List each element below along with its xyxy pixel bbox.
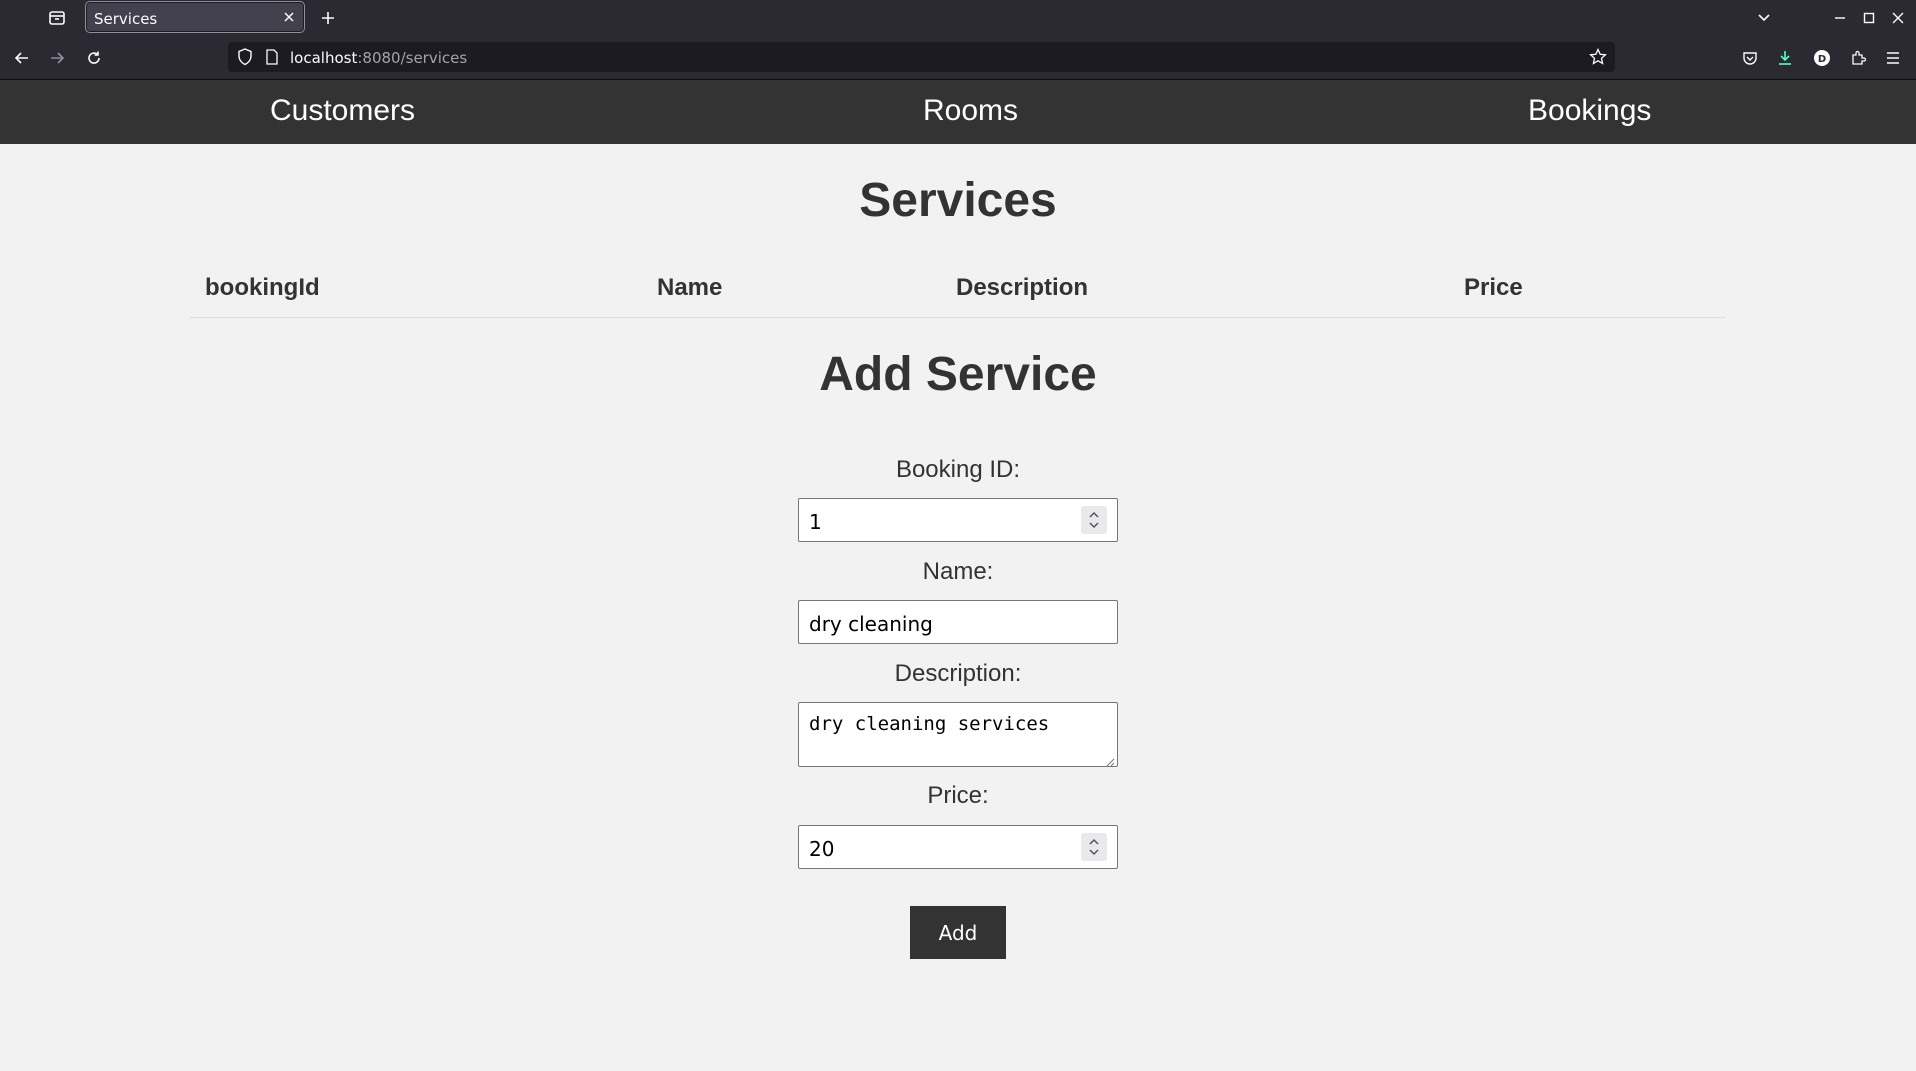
booking-id-input[interactable]: 1: [798, 498, 1118, 542]
list-all-tabs-icon[interactable]: [1752, 7, 1776, 29]
price-input[interactable]: 20: [798, 825, 1118, 869]
name-input[interactable]: dry cleaning: [798, 600, 1118, 644]
add-service-button[interactable]: Add: [910, 906, 1006, 959]
minimize-icon[interactable]: [1828, 7, 1852, 29]
stepper-arrows-icon: [1089, 511, 1099, 529]
add-service-title: Add Service: [819, 348, 1097, 401]
booking-id-stepper[interactable]: [1081, 506, 1107, 534]
pocket-icon[interactable]: [1738, 46, 1762, 70]
downloads-icon[interactable]: [1773, 46, 1797, 70]
new-tab-icon[interactable]: [316, 6, 340, 30]
tab-overview-icon[interactable]: [44, 7, 70, 29]
url-host: localhost: [290, 49, 358, 67]
price-value: 20: [809, 837, 835, 861]
price-label: Price:: [927, 782, 989, 809]
browser-tab[interactable]: Services: [85, 1, 305, 33]
back-icon[interactable]: [10, 46, 34, 70]
url-text[interactable]: localhost:8080/services: [290, 49, 467, 67]
resize-grip-icon[interactable]: [1105, 754, 1115, 767]
column-header-description: Description: [956, 274, 1089, 301]
price-stepper[interactable]: [1081, 833, 1107, 861]
nav-link-customers[interactable]: Customers: [270, 94, 415, 128]
booking-id-label: Booking ID:: [895, 456, 1021, 483]
url-path: :8080/services: [357, 49, 468, 67]
page-info-icon[interactable]: [265, 49, 279, 70]
shield-icon[interactable]: [237, 48, 253, 71]
maximize-icon[interactable]: [1857, 7, 1881, 29]
nav-link-rooms[interactable]: Rooms: [923, 94, 1018, 128]
account-avatar-icon[interactable]: D: [1810, 46, 1834, 70]
description-textarea[interactable]: dry cleaning services: [798, 702, 1118, 767]
services-table-header: bookingId Name Description Price: [190, 270, 1726, 318]
column-header-name: Name: [657, 274, 723, 301]
reload-icon[interactable]: [82, 46, 106, 70]
name-value: dry cleaning: [809, 612, 933, 636]
close-window-icon[interactable]: [1886, 7, 1910, 29]
nav-link-bookings[interactable]: Bookings: [1528, 94, 1651, 128]
column-header-price: Price: [1464, 274, 1523, 301]
description-label: Description:: [894, 660, 1022, 687]
close-tab-icon[interactable]: [280, 8, 298, 26]
main-navigation: Customers Rooms Bookings: [0, 80, 1916, 144]
url-bar[interactable]: localhost:8080/services: [228, 42, 1615, 72]
tab-title: Services: [94, 10, 158, 28]
hamburger-menu-icon[interactable]: [1881, 46, 1905, 70]
column-header-bookingid: bookingId: [205, 274, 320, 301]
extensions-icon[interactable]: [1846, 46, 1870, 70]
description-value: dry cleaning services: [809, 713, 1050, 735]
browser-tab-bar: Services: [0, 0, 1916, 35]
booking-id-value: 1: [809, 510, 822, 534]
browser-toolbar: localhost:8080/services D: [0, 35, 1916, 80]
stepper-arrows-icon: [1089, 838, 1099, 856]
forward-icon[interactable]: [45, 46, 69, 70]
svg-text:D: D: [1818, 54, 1826, 65]
name-label: Name:: [922, 558, 994, 585]
bookmark-star-icon[interactable]: [1589, 47, 1607, 71]
page-title: Services: [859, 174, 1057, 227]
